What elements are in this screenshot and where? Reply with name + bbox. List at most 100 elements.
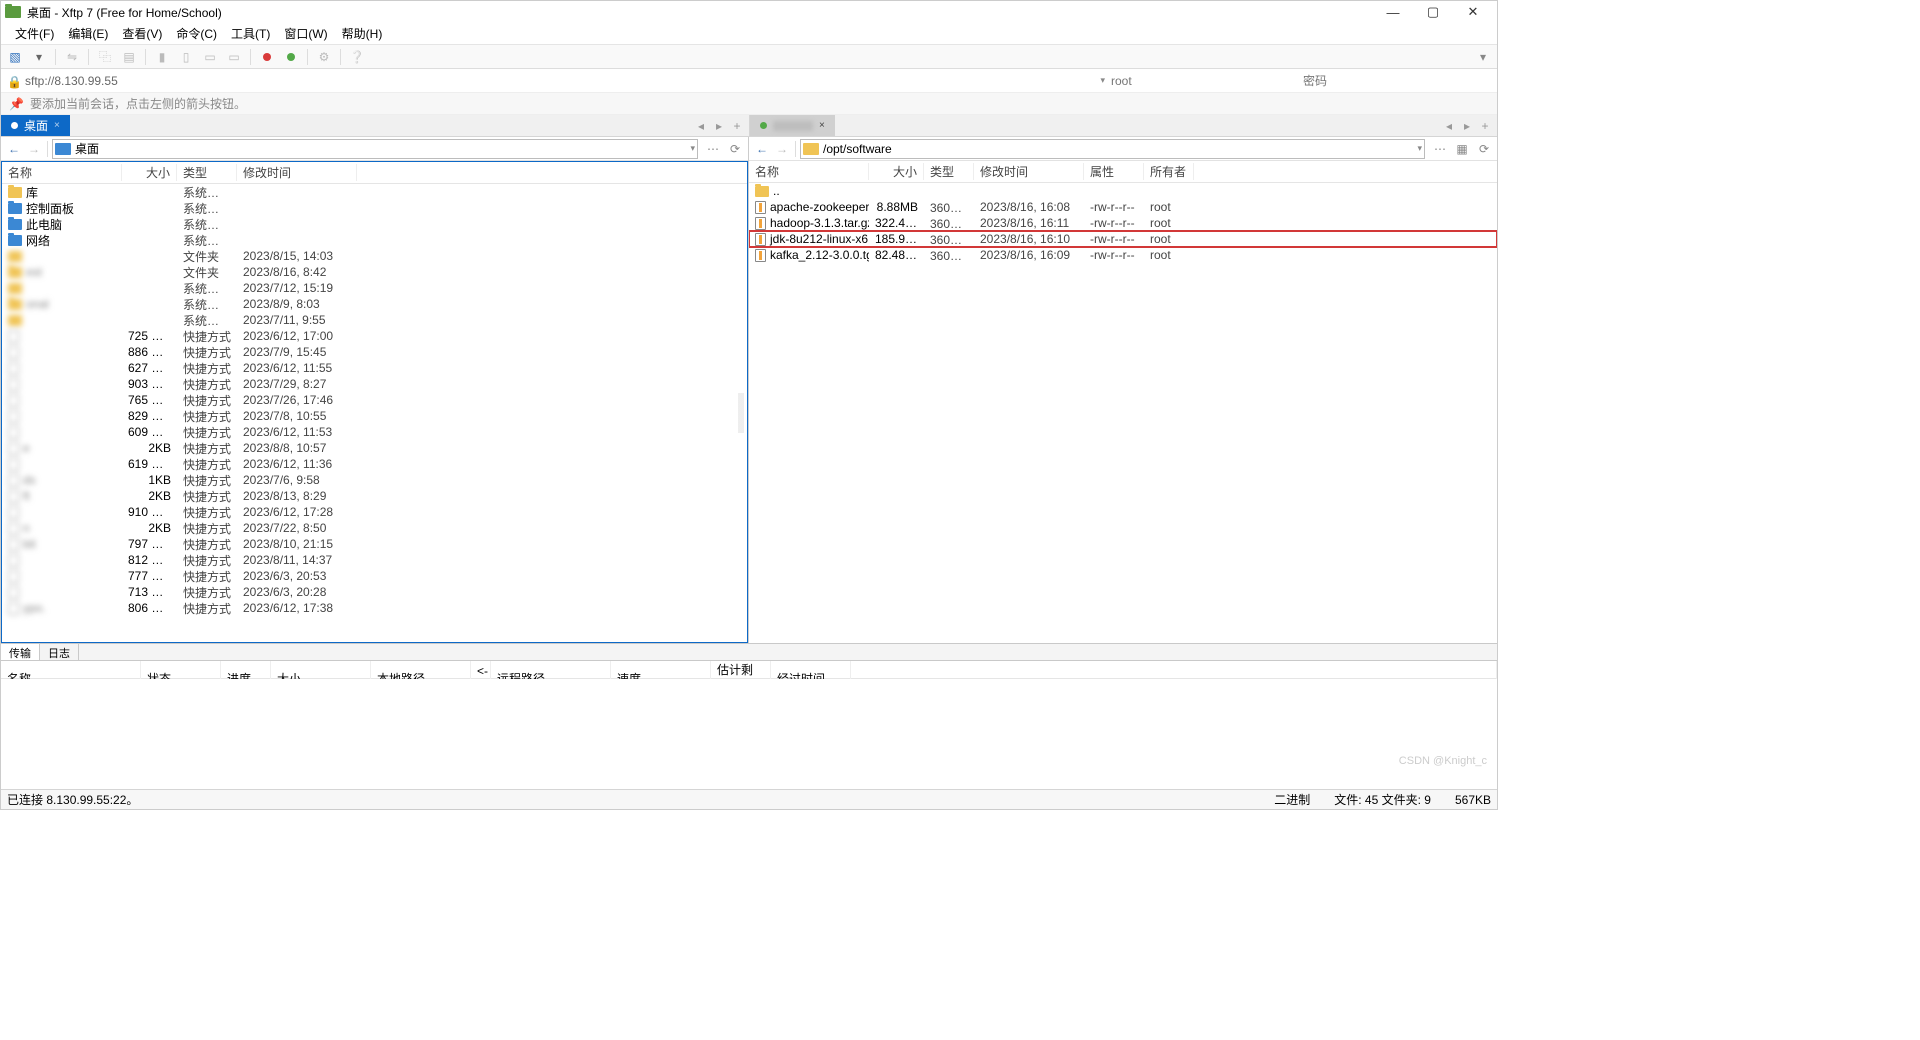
pin-icon[interactable]: 📌 [9,97,24,111]
list-item[interactable]: ds1KB快捷方式2023/7/6, 9:58 [2,472,747,488]
menu-command[interactable]: 命令(C) [170,23,223,44]
tab-add-icon[interactable]: + [1477,119,1493,133]
list-item[interactable]: est文件夹2023/8/16, 8:42 [2,264,747,280]
col-type[interactable]: 类型 [177,164,237,181]
list-item[interactable]: 886 Bytes快捷方式2023/7/9, 15:45 [2,344,747,360]
tab-transfer[interactable]: 传输 [1,644,40,660]
right-path-input[interactable] [823,142,1417,156]
menu-file[interactable]: 文件(F) [9,23,60,44]
left-file-list[interactable]: 名称 大小 类型 修改时间 库系统文件夹控制面板系统文件夹此电脑系统文件夹网络系… [1,161,748,643]
connect-icon[interactable]: ⇋ [62,48,82,66]
list-item[interactable]: 627 Bytes快捷方式2023/6/12, 11:55 [2,360,747,376]
left-path-box[interactable]: ▾ [52,139,698,159]
right-columns[interactable]: 名称 大小 类型 修改时间 属性 所有者 [749,161,1497,183]
view4-icon[interactable]: ▭ [224,48,244,66]
scrollbar[interactable] [737,184,745,642]
tab-next-icon[interactable]: ▸ [711,119,727,133]
tab-next-icon[interactable]: ▸ [1459,119,1475,133]
transfer-columns[interactable]: 名称 状态 进度 大小 本地路径 <-> 远程路径 速度 估计剩余... 经过时… [1,661,1497,679]
list-item[interactable]: 文件夹2023/8/15, 14:03 [2,248,747,264]
refresh-icon[interactable]: ⟳ [726,140,744,158]
list-item[interactable]: 713 Bytes快捷方式2023/6/3, 20:28 [2,584,747,600]
tab-remote[interactable]: × [750,115,835,136]
minimize-button[interactable]: — [1373,5,1413,20]
menu-help[interactable]: 帮助(H) [336,23,389,44]
toolbar-overflow-icon[interactable]: ▾ [1473,48,1493,66]
list-item[interactable]: 765 Bytes快捷方式2023/7/26, 17:46 [2,392,747,408]
list-item[interactable]: .. [749,183,1497,199]
list-item[interactable]: onal系统文件夹2023/8/9, 8:03 [2,296,747,312]
menu-tool[interactable]: 工具(T) [225,23,276,44]
menu-window[interactable]: 窗口(W) [278,23,333,44]
tab-close-icon[interactable]: × [819,120,825,131]
back-icon[interactable]: ← [5,140,23,158]
list-item[interactable]: 777 Bytes快捷方式2023/6/3, 20:53 [2,568,747,584]
tab-prev-icon[interactable]: ◂ [1441,119,1457,133]
right-file-list[interactable]: 名称 大小 类型 修改时间 属性 所有者 ..apache-zookeeper.… [749,161,1497,643]
list-item[interactable]: n2KB快捷方式2023/7/22, 8:50 [2,520,747,536]
help-icon[interactable]: ❔ [347,48,367,66]
address-input[interactable] [25,72,1094,90]
new-session-icon[interactable]: ▧ [5,48,25,66]
copy-icon[interactable]: ⿻ [95,48,115,66]
user-input[interactable] [1111,74,1299,88]
col-mtime[interactable]: 修改时间 [974,163,1084,180]
tab-desktop[interactable]: 桌面 × [1,115,70,136]
list-item[interactable]: 725 Bytes快捷方式2023/6/12, 17:00 [2,328,747,344]
new-tab-dropdown-icon[interactable]: ▾ [29,48,49,66]
new-folder-icon[interactable]: ▦ [1453,140,1471,158]
view2-icon[interactable]: ▯ [176,48,196,66]
col-mtime[interactable]: 修改时间 [237,164,357,181]
list-item[interactable]: e2KB快捷方式2023/8/8, 10:57 [2,440,747,456]
tab-close-icon[interactable]: × [54,120,60,131]
list-item[interactable]: 829 Bytes快捷方式2023/7/8, 10:55 [2,408,747,424]
right-path-box[interactable]: ▾ [800,139,1425,159]
list-item[interactable]: 903 Bytes快捷方式2023/7/29, 8:27 [2,376,747,392]
list-item[interactable]: kafka_2.12-3.0.0.tgz82.48MB360压缩2023/8/1… [749,247,1497,263]
view1-icon[interactable]: ▮ [152,48,172,66]
path-dropdown-icon[interactable]: ▾ [1417,143,1422,154]
path-dropdown-icon[interactable]: ▾ [690,143,695,154]
address-dropdown-icon[interactable]: ▾ [1100,75,1105,86]
list-item[interactable]: jdk-8u212-linux-x6...185.98MB360压缩2023/8… [749,231,1497,247]
paste-icon[interactable]: ▤ [119,48,139,66]
tab-log[interactable]: 日志 [40,644,79,660]
col-name[interactable]: 名称 [749,163,869,180]
green-dot-icon[interactable] [281,48,301,66]
password-input[interactable] [1303,74,1491,88]
tab-prev-icon[interactable]: ◂ [693,119,709,133]
list-item[interactable]: bit797 Bytes快捷方式2023/8/10, 21:15 [2,536,747,552]
menu-edit[interactable]: 编辑(E) [62,23,114,44]
tab-add-icon[interactable]: + [729,119,745,133]
col-owner[interactable]: 所有者 [1144,163,1194,180]
up-icon[interactable]: ⋯ [1431,140,1449,158]
list-item[interactable]: hadoop-3.1.3.tar.gz322.41MB360压缩2023/8/1… [749,215,1497,231]
list-item[interactable]: apache-zookeeper...8.88MB360压缩2023/8/16,… [749,199,1497,215]
list-item[interactable]: 910 Bytes快捷方式2023/6/12, 17:28 [2,504,747,520]
fwd-icon[interactable]: → [25,140,43,158]
list-item[interactable]: ypo.806 Bytes快捷方式2023/6/12, 17:38 [2,600,747,616]
left-path-input[interactable] [75,142,690,156]
list-item[interactable]: 812 Bytes快捷方式2023/8/11, 14:37 [2,552,747,568]
back-icon[interactable]: ← [753,140,771,158]
col-size[interactable]: 大小 [122,164,177,181]
menu-view[interactable]: 查看(V) [116,23,168,44]
list-item[interactable]: 609 Bytes快捷方式2023/6/12, 11:53 [2,424,747,440]
list-item[interactable]: ft2KB快捷方式2023/8/13, 8:29 [2,488,747,504]
list-item[interactable]: 网络系统文件夹 [2,232,747,248]
list-item[interactable]: 库系统文件夹 [2,184,747,200]
close-button[interactable]: ✕ [1453,4,1493,20]
maximize-button[interactable]: ▢ [1413,4,1453,20]
col-attr[interactable]: 属性 [1084,163,1144,180]
list-item[interactable]: 此电脑系统文件夹 [2,216,747,232]
red-dot-icon[interactable] [257,48,277,66]
col-size[interactable]: 大小 [869,163,924,180]
settings-icon[interactable]: ⚙ [314,48,334,66]
col-name[interactable]: 名称 [2,164,122,181]
left-columns[interactable]: 名称 大小 类型 修改时间 [2,162,747,184]
list-item[interactable]: 控制面板系统文件夹 [2,200,747,216]
fwd-icon[interactable]: → [773,140,791,158]
refresh-icon[interactable]: ⟳ [1475,140,1493,158]
list-item[interactable]: 系统文件夹2023/7/11, 9:55 [2,312,747,328]
col-type[interactable]: 类型 [924,163,974,180]
